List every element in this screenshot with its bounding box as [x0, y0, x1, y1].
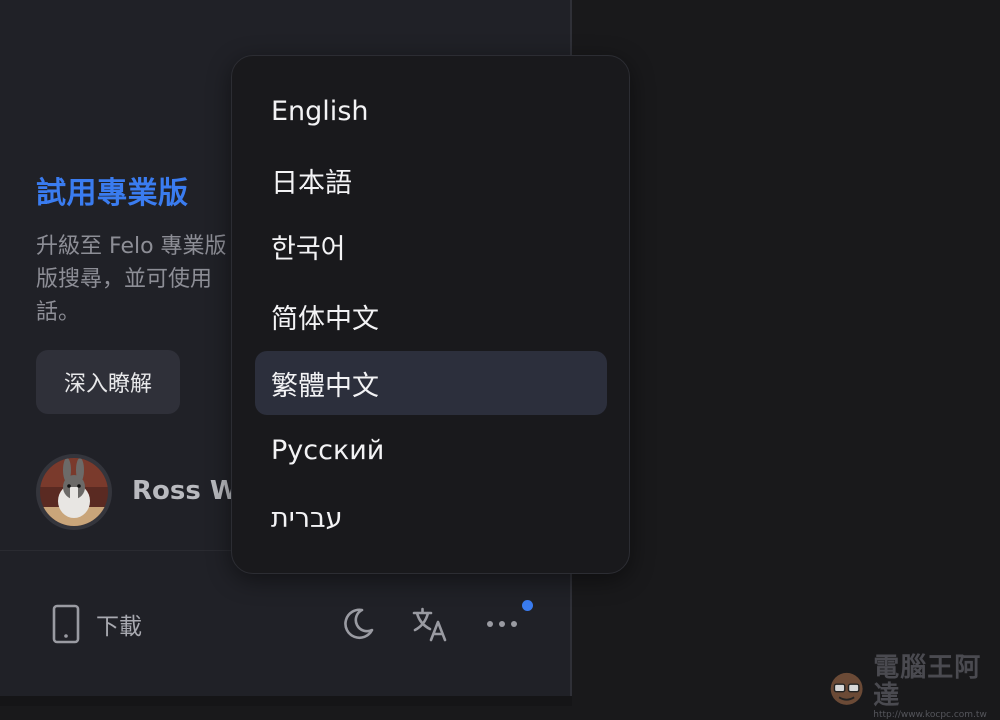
- notification-dot: [522, 600, 533, 611]
- pro-desc-line-1: 升級至 Felo 專業版: [36, 234, 227, 259]
- bottom-edge: [0, 696, 572, 706]
- mascot-logo-icon: [830, 672, 863, 705]
- avatar[interactable]: [36, 454, 112, 530]
- theme-toggle-button[interactable]: [338, 604, 378, 644]
- more-icon: [487, 621, 517, 627]
- download-label: 下載: [96, 614, 142, 640]
- pro-trial-description: 升級至 Felo 專業版 版搜尋，並可使用 話。: [36, 230, 236, 329]
- watermark-text: 電腦王阿達 http://www.kocpc.com.tw: [873, 654, 1000, 720]
- pro-desc-line-2: 版搜尋，並可使用: [36, 267, 213, 292]
- watermark: 電腦王阿達 http://www.kocpc.com.tw: [826, 654, 1000, 720]
- language-option-simplified-chinese[interactable]: 简体中文: [255, 284, 607, 348]
- phone-icon: [52, 604, 80, 644]
- main-content-area: [572, 0, 1000, 706]
- language-option-japanese[interactable]: 日本語: [255, 148, 607, 212]
- language-option-english[interactable]: English: [255, 79, 607, 143]
- more-options-button[interactable]: [482, 604, 522, 644]
- learn-more-button[interactable]: 深入瞭解: [36, 350, 180, 414]
- watermark-title: 電腦王阿達: [873, 653, 982, 711]
- language-option-korean[interactable]: 한국어: [255, 214, 607, 278]
- watermark-url: http://www.kocpc.com.tw: [873, 710, 987, 720]
- pro-trial-title: 試用專業版: [36, 176, 189, 211]
- language-option-hebrew[interactable]: עברית: [255, 486, 607, 550]
- language-button[interactable]: [410, 604, 450, 644]
- download-button[interactable]: 下載: [50, 604, 142, 644]
- language-menu: English 日本語 한국어 简体中文 繁體中文 Русский עברית: [231, 55, 630, 574]
- language-option-traditional-chinese[interactable]: 繁體中文: [255, 351, 607, 415]
- language-option-russian[interactable]: Русский: [255, 418, 607, 482]
- avatar-image: [40, 458, 108, 526]
- moon-icon: [344, 608, 374, 640]
- pro-desc-line-3: 話。: [36, 300, 81, 325]
- user-name[interactable]: Ross W: [132, 476, 239, 506]
- translate-icon: [412, 607, 447, 642]
